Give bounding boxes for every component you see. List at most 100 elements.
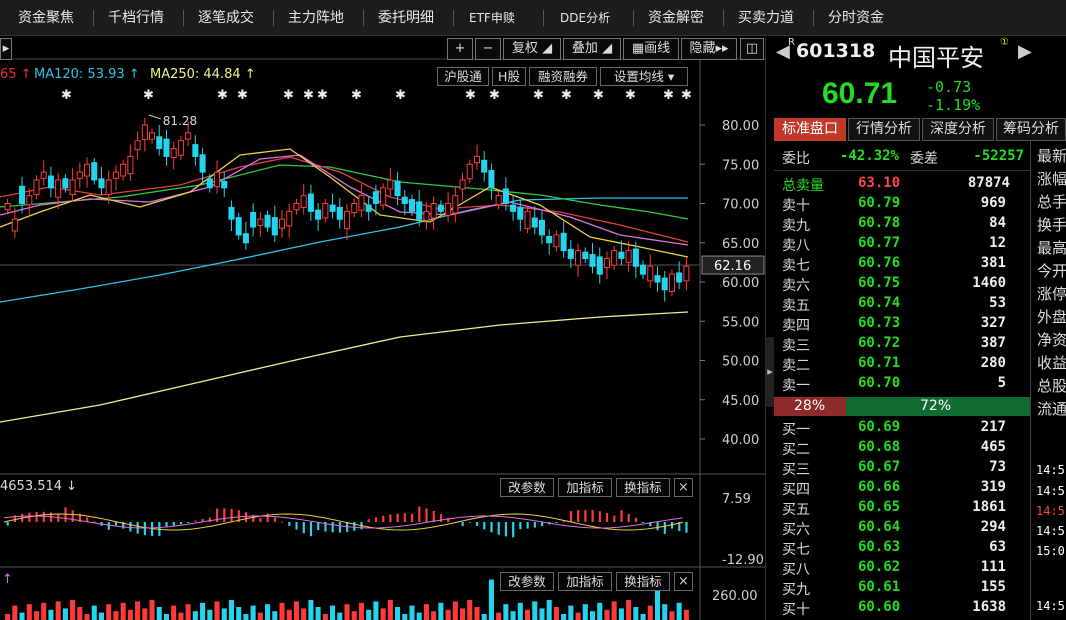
sell-level-row[interactable]: 卖十 60.79 969 xyxy=(774,194,1030,214)
sell-level-row[interactable]: 卖一 60.70 5 xyxy=(774,374,1030,394)
fuquan-dropdown[interactable]: 复权 ◢ xyxy=(503,38,561,60)
nav-qiandang[interactable]: 千档行情 xyxy=(108,0,164,36)
macd-add-button[interactable]: 加指标 xyxy=(558,478,612,497)
buy-level-label: 买一 xyxy=(782,422,810,438)
zoom-out-button[interactable]: − xyxy=(475,38,501,60)
nav-weituo[interactable]: 委托明细 xyxy=(378,0,434,36)
nav-zijinjiemi[interactable]: 资金解密 xyxy=(648,0,704,36)
nav-zhuli[interactable]: 主力阵地 xyxy=(288,0,344,36)
buy-sell-ratio-bar: 28% 72% xyxy=(774,397,1030,416)
macd-bar xyxy=(6,522,9,526)
macd-bar xyxy=(288,522,291,526)
event-marker-icon: ✱ xyxy=(395,88,406,103)
buy-level-volume: 1861 xyxy=(972,499,1006,515)
nav-fenshi[interactable]: 分时资金 xyxy=(828,0,884,36)
nav-dde[interactable]: DDE分析 xyxy=(560,0,610,36)
diejia-dropdown[interactable]: 叠加 ◢ xyxy=(563,38,621,60)
buy-level-volume: 217 xyxy=(980,419,1006,435)
macd-bar xyxy=(432,510,435,522)
ma20-line xyxy=(0,154,689,246)
candle-body xyxy=(538,219,545,236)
vol-close-icon[interactable]: × xyxy=(674,572,693,591)
macd-bar xyxy=(331,522,334,533)
tick-time: 14:5 xyxy=(1036,504,1065,518)
last-price-tag: 62.16 xyxy=(714,259,751,274)
buy-level-row[interactable]: 买八 60.62 111 xyxy=(774,558,1030,578)
sell-level-label: 卖五 xyxy=(782,298,810,314)
macd-bar xyxy=(302,522,305,534)
weibi-label: 委比 xyxy=(782,151,810,167)
panel-splitter-handle[interactable]: ▸ xyxy=(766,337,774,407)
vol-switch-button[interactable]: 换指标 xyxy=(616,572,670,591)
tab-chouma[interactable]: 筹码分析 xyxy=(996,118,1066,141)
tab-shendu[interactable]: 深度分析 xyxy=(922,118,994,141)
candle-body xyxy=(293,203,300,211)
volume-bar xyxy=(474,607,480,620)
ma250-line xyxy=(0,311,689,423)
buy-level-row[interactable]: 买七 60.63 63 xyxy=(774,538,1030,558)
candle-body xyxy=(380,187,387,206)
nav-zijinjujiao[interactable]: 资金聚焦 xyxy=(18,0,74,36)
setma-dropdown[interactable]: 设置均线 ▾ xyxy=(600,67,688,86)
candle-body xyxy=(336,206,343,220)
double-arrow-icon: ▸▸ xyxy=(715,41,729,56)
ratio-left-text: 28% xyxy=(794,398,826,414)
candle-body xyxy=(546,235,553,244)
huaxian-button[interactable]: ▦画线 xyxy=(623,38,679,60)
yincang-button[interactable]: 隐藏▸▸ xyxy=(681,38,737,60)
nav-maimai[interactable]: 买卖力道 xyxy=(738,0,794,36)
buy-level-row[interactable]: 买二 60.68 465 xyxy=(774,438,1030,458)
buy-level-row[interactable]: 买十 60.60 1638 xyxy=(774,598,1030,618)
volume-bar xyxy=(380,608,386,620)
sell-level-row[interactable]: 卖八 60.77 12 xyxy=(774,234,1030,254)
candle-body xyxy=(221,181,228,189)
candle-body xyxy=(495,195,502,206)
macd-bar xyxy=(244,512,248,522)
sell-level-row[interactable]: 卖五 60.74 53 xyxy=(774,294,1030,314)
candle-body xyxy=(647,265,654,282)
sell-level-row[interactable]: 卖九 60.78 84 xyxy=(774,214,1030,234)
sell-level-row[interactable]: 卖四 60.73 327 xyxy=(774,314,1030,334)
candle-body xyxy=(228,206,235,220)
tab-biaozhun[interactable]: 标准盘口 xyxy=(774,118,846,141)
info-label: 流通 xyxy=(1037,400,1066,418)
vol-params-button[interactable]: 改参数 xyxy=(500,572,554,591)
nav-etf[interactable]: ETF申赎 xyxy=(469,0,515,36)
rzrq-button[interactable]: 融资融券 xyxy=(529,67,597,86)
buy-level-row[interactable]: 买九 60.61 155 xyxy=(774,578,1030,598)
buy-level-price: 60.60 xyxy=(858,599,901,615)
next-stock-icon[interactable]: ▶ xyxy=(1018,41,1032,62)
info-label: 净资 xyxy=(1037,331,1066,349)
candle-body xyxy=(365,204,372,212)
macd-bar xyxy=(613,515,616,522)
volume-bar xyxy=(19,612,25,620)
left-scroll-button[interactable]: ▸ xyxy=(0,38,12,60)
zoom-in-button[interactable]: + xyxy=(447,38,473,60)
nav-zhubi[interactable]: 逐笔成交 xyxy=(198,0,254,36)
tab-hangqing[interactable]: 行情分析 xyxy=(848,118,920,141)
top-nav: 资金聚焦 千档行情 逐笔成交 主力阵地 委托明细 ETF申赎 DDE分析 资金解… xyxy=(0,0,1066,36)
sell-level-label: 卖十 xyxy=(782,198,810,214)
hgt-button[interactable]: 沪股通 xyxy=(437,67,489,86)
sell-level-row[interactable]: 卖三 60.72 387 xyxy=(774,334,1030,354)
kline-chart[interactable]: 80.00 75.00 70.00 65.00 60.00 55.00 50.00 45.00… xyxy=(0,37,766,620)
buy-level-row[interactable]: 买六 60.64 294 xyxy=(774,518,1030,538)
macd-close-icon[interactable]: × xyxy=(674,478,693,497)
sell-level-row[interactable]: 卖六 60.75 1460 xyxy=(774,274,1030,294)
collapse-panel-button[interactable]: ◫ xyxy=(740,38,764,60)
buy-level-row[interactable]: 买一 60.69 217 xyxy=(774,418,1030,438)
vol-add-button[interactable]: 加指标 xyxy=(558,572,612,591)
event-marker-icon: ✱ xyxy=(217,88,228,103)
candle-body xyxy=(661,277,668,291)
macd-switch-button[interactable]: 换指标 xyxy=(616,478,670,497)
buy-level-row[interactable]: 买三 60.67 73 xyxy=(774,458,1030,478)
buy-level-row[interactable]: 买四 60.66 319 xyxy=(774,478,1030,498)
sell-level-row[interactable]: 卖七 60.76 381 xyxy=(774,254,1030,274)
sell-level-volume: 969 xyxy=(980,195,1006,211)
sell-level-row[interactable]: 卖二 60.71 280 xyxy=(774,354,1030,374)
macd-params-button[interactable]: 改参数 xyxy=(500,478,554,497)
buy-level-row[interactable]: 买五 60.65 1861 xyxy=(774,498,1030,518)
macd-bar xyxy=(396,513,399,522)
hshare-button[interactable]: H股 xyxy=(492,67,526,86)
candle-body xyxy=(351,203,358,214)
